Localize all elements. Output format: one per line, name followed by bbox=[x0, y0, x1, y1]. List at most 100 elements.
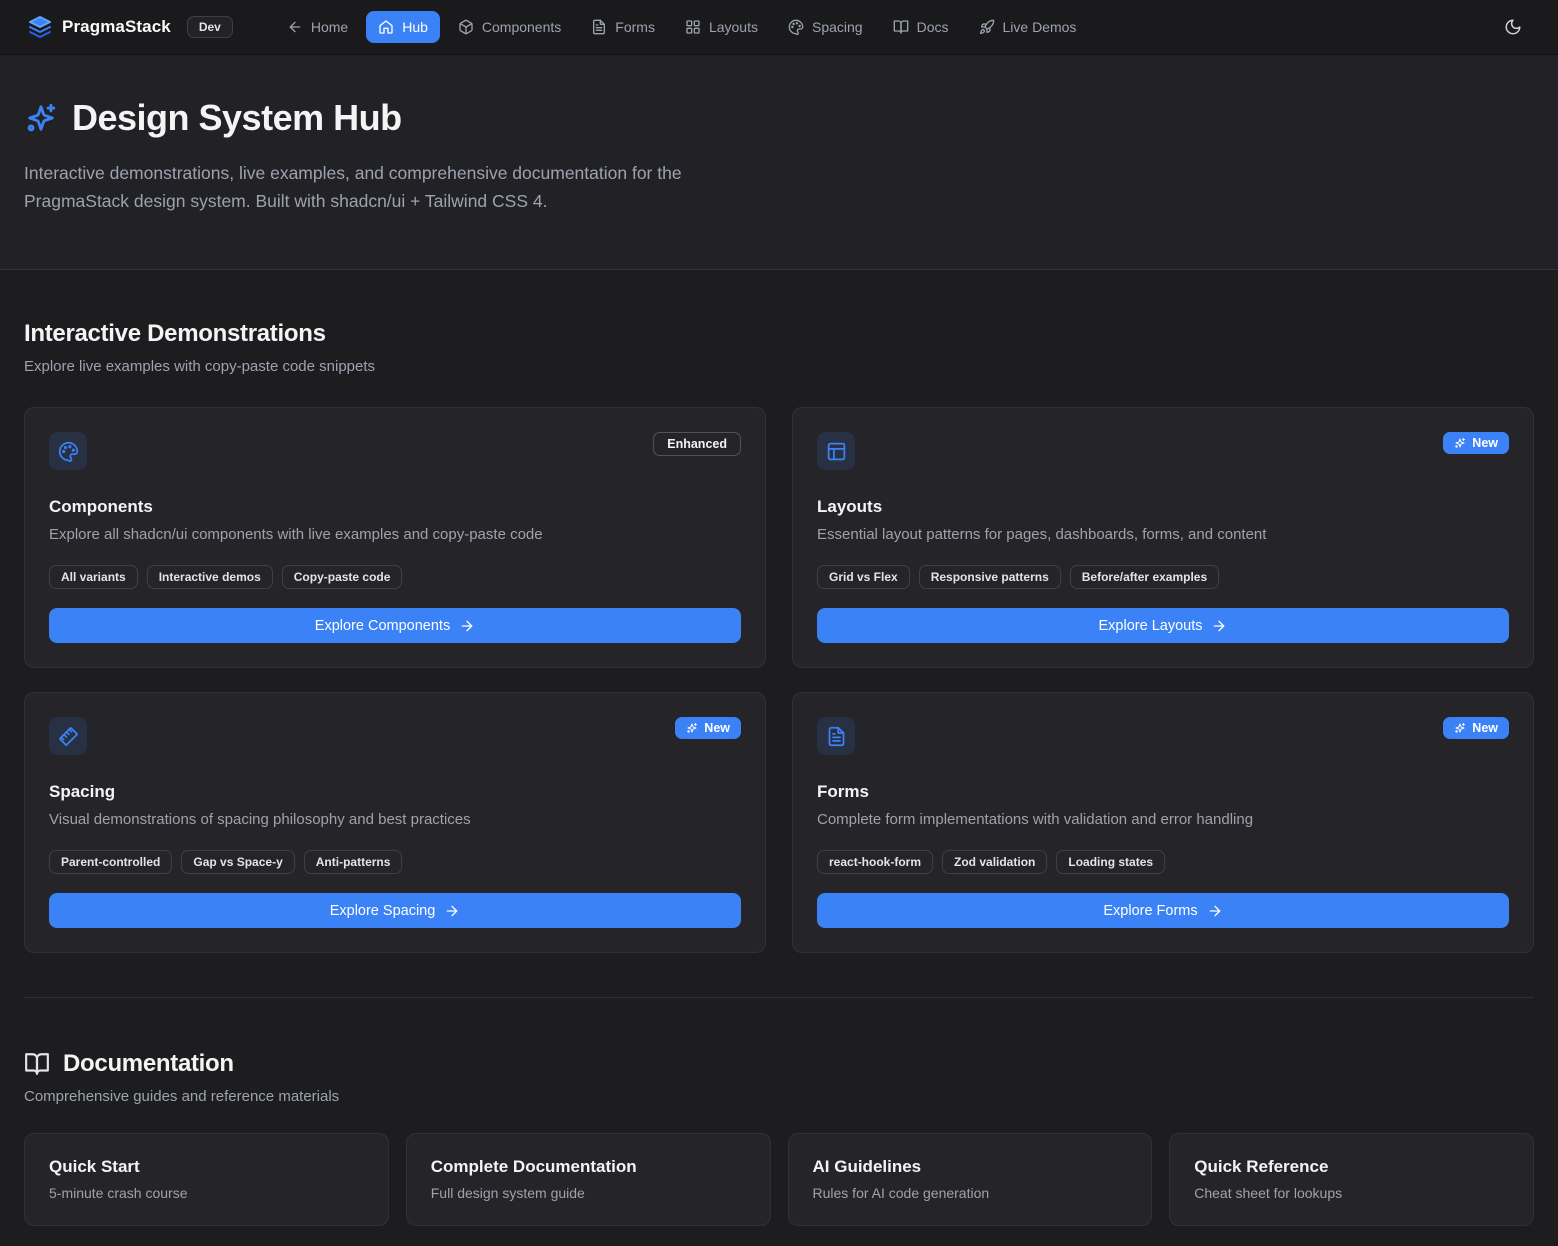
arrow-right-icon bbox=[444, 903, 460, 919]
card-title: Components bbox=[49, 497, 741, 517]
tag: Parent-controlled bbox=[49, 850, 172, 874]
button-label: Explore Layouts bbox=[1099, 618, 1203, 634]
nav-item-forms[interactable]: Forms bbox=[579, 11, 667, 43]
tag: All variants bbox=[49, 565, 138, 589]
tag: Loading states bbox=[1056, 850, 1165, 874]
tag-row: Parent-controlled Gap vs Space-y Anti-pa… bbox=[49, 850, 741, 874]
nav-item-components[interactable]: Components bbox=[446, 11, 573, 43]
brand-name: PragmaStack bbox=[62, 17, 171, 37]
enhanced-badge: Enhanced bbox=[653, 432, 741, 456]
card-title: Forms bbox=[817, 782, 1509, 802]
brand[interactable]: PragmaStack bbox=[28, 15, 171, 39]
doc-card-description: 5-minute crash course bbox=[49, 1185, 364, 1201]
layers-logo-icon bbox=[28, 15, 52, 39]
env-badge: Dev bbox=[187, 16, 233, 38]
button-label: Explore Components bbox=[315, 618, 450, 634]
card-description: Explore all shadcn/ui components with li… bbox=[49, 526, 741, 543]
demo-card-forms[interactable]: New Forms Complete form implementations … bbox=[792, 692, 1534, 953]
doc-card-description: Cheat sheet for lookups bbox=[1194, 1185, 1509, 1201]
palette-icon bbox=[788, 19, 804, 35]
nav-item-label: Home bbox=[311, 19, 348, 35]
docs-card-grid: Quick Start 5-minute crash course Comple… bbox=[24, 1133, 1534, 1226]
tag: react-hook-form bbox=[817, 850, 933, 874]
nav-item-label: Live Demos bbox=[1003, 19, 1077, 35]
nav-item-label: Forms bbox=[615, 19, 655, 35]
nav-item-label: Layouts bbox=[709, 19, 758, 35]
panels-top-left-icon bbox=[826, 441, 847, 462]
card-description: Essential layout patterns for pages, das… bbox=[817, 526, 1509, 543]
card-description: Complete form implementations with valid… bbox=[817, 811, 1509, 828]
tag: Anti-patterns bbox=[304, 850, 403, 874]
arrow-right-icon bbox=[1207, 903, 1223, 919]
palette-icon bbox=[58, 441, 79, 462]
spacing-card-icon-box bbox=[49, 717, 87, 755]
sparkles-icon bbox=[686, 722, 698, 734]
card-title: Spacing bbox=[49, 782, 741, 802]
page-description: Interactive demonstrations, live example… bbox=[24, 159, 756, 215]
file-text-icon bbox=[591, 19, 607, 35]
docs-heading: Documentation bbox=[63, 1050, 234, 1078]
docs-subheading: Comprehensive guides and reference mater… bbox=[24, 1088, 1534, 1105]
button-label: Explore Spacing bbox=[330, 903, 436, 919]
box-icon bbox=[458, 19, 474, 35]
doc-card-quick-start[interactable]: Quick Start 5-minute crash course bbox=[24, 1133, 389, 1226]
tag: Copy-paste code bbox=[282, 565, 403, 589]
doc-card-title: Quick Reference bbox=[1194, 1157, 1509, 1177]
sparkles-icon bbox=[1454, 437, 1466, 449]
nav-item-label: Components bbox=[482, 19, 561, 35]
nav-item-layouts[interactable]: Layouts bbox=[673, 11, 770, 43]
tag: Interactive demos bbox=[147, 565, 273, 589]
explore-spacing-button[interactable]: Explore Spacing bbox=[49, 893, 741, 928]
nav-item-hub[interactable]: Hub bbox=[366, 11, 440, 43]
nav-item-home[interactable]: Home bbox=[275, 11, 360, 43]
hero-section: Design System Hub Interactive demonstrat… bbox=[0, 55, 1558, 270]
arrow-right-icon bbox=[459, 618, 475, 634]
nav-item-label: Spacing bbox=[812, 19, 863, 35]
button-label: Explore Forms bbox=[1103, 903, 1197, 919]
tag: Responsive patterns bbox=[919, 565, 1061, 589]
theme-toggle-button[interactable] bbox=[1496, 10, 1530, 44]
ruler-icon bbox=[58, 726, 79, 747]
card-title: Layouts bbox=[817, 497, 1509, 517]
explore-layouts-button[interactable]: Explore Layouts bbox=[817, 608, 1509, 643]
doc-card-title: Complete Documentation bbox=[431, 1157, 746, 1177]
explore-components-button[interactable]: Explore Components bbox=[49, 608, 741, 643]
nav-item-live-demos[interactable]: Live Demos bbox=[967, 11, 1089, 43]
file-text-icon bbox=[826, 726, 847, 747]
demo-card-grid: Enhanced Components Explore all shadcn/u… bbox=[24, 407, 1534, 953]
demos-subheading: Explore live examples with copy-paste co… bbox=[24, 358, 1534, 375]
doc-card-description: Full design system guide bbox=[431, 1185, 746, 1201]
nav-item-label: Hub bbox=[402, 19, 428, 35]
nav-item-docs[interactable]: Docs bbox=[881, 11, 961, 43]
doc-card-title: AI Guidelines bbox=[813, 1157, 1128, 1177]
forms-card-icon-box bbox=[817, 717, 855, 755]
demo-card-components[interactable]: Enhanced Components Explore all shadcn/u… bbox=[24, 407, 766, 668]
tag: Zod validation bbox=[942, 850, 1047, 874]
new-badge: New bbox=[1443, 717, 1509, 739]
tag-row: Grid vs Flex Responsive patterns Before/… bbox=[817, 565, 1509, 589]
book-open-icon bbox=[24, 1051, 50, 1077]
demos-heading: Interactive Demonstrations bbox=[24, 270, 1534, 348]
new-badge: New bbox=[1443, 432, 1509, 454]
nav-item-label: Docs bbox=[917, 19, 949, 35]
badge-label: New bbox=[704, 721, 730, 735]
layouts-card-icon-box bbox=[817, 432, 855, 470]
doc-card-ai-guidelines[interactable]: AI Guidelines Rules for AI code generati… bbox=[788, 1133, 1153, 1226]
top-navbar: PragmaStack Dev Home Hub Components Form… bbox=[0, 0, 1558, 55]
home-icon bbox=[378, 19, 394, 35]
tag: Grid vs Flex bbox=[817, 565, 910, 589]
demo-card-spacing[interactable]: New Spacing Visual demonstrations of spa… bbox=[24, 692, 766, 953]
doc-card-complete-documentation[interactable]: Complete Documentation Full design syste… bbox=[406, 1133, 771, 1226]
nav-item-spacing[interactable]: Spacing bbox=[776, 11, 875, 43]
arrow-right-icon bbox=[1211, 618, 1227, 634]
sparkles-icon bbox=[1454, 722, 1466, 734]
book-open-icon bbox=[893, 19, 909, 35]
components-card-icon-box bbox=[49, 432, 87, 470]
page-title: Design System Hub bbox=[72, 97, 402, 139]
doc-card-description: Rules for AI code generation bbox=[813, 1185, 1128, 1201]
demo-card-layouts[interactable]: New Layouts Essential layout patterns fo… bbox=[792, 407, 1534, 668]
tag: Before/after examples bbox=[1070, 565, 1219, 589]
card-description: Visual demonstrations of spacing philoso… bbox=[49, 811, 741, 828]
explore-forms-button[interactable]: Explore Forms bbox=[817, 893, 1509, 928]
doc-card-quick-reference[interactable]: Quick Reference Cheat sheet for lookups bbox=[1169, 1133, 1534, 1226]
